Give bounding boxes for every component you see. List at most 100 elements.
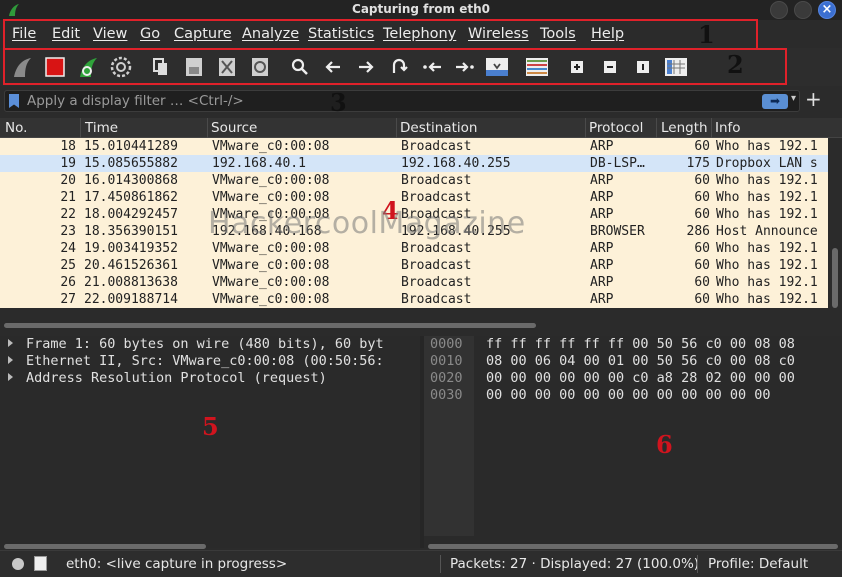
packet-cell-info: Who has 192.1 — [716, 190, 818, 205]
col-divider[interactable] — [80, 118, 81, 138]
display-filter-input[interactable] — [27, 92, 747, 110]
bytes-row[interactable]: 0030 00 00 00 00 00 00 00 00 00 00 00 00 — [424, 387, 842, 404]
filter-history-chevron-down-icon[interactable]: ▾ — [791, 93, 796, 104]
packet-cell-time: 17.450861862 — [84, 190, 178, 205]
bookmark-icon[interactable] — [9, 94, 19, 108]
packet-cell-no: 22 — [60, 207, 76, 222]
packet-cell-src: VMware_c0:00:08 — [212, 292, 330, 307]
packet-cell-info: Who has 192.1 — [716, 173, 818, 188]
packet-cell-no: 23 — [60, 224, 76, 239]
packet-cell-dst: Broadcast — [401, 241, 472, 256]
packet-cell-src: VMware_c0:00:08 — [212, 275, 330, 290]
minimize-button[interactable] — [770, 1, 788, 19]
annotation-label-1: 1 — [698, 20, 715, 49]
packet-list-vertical-scrollbar[interactable] — [829, 138, 841, 318]
packet-cell-proto: ARP — [590, 207, 614, 222]
col-divider[interactable] — [656, 118, 657, 138]
col-header-no[interactable]: No. — [5, 120, 27, 136]
close-icon: × — [821, 2, 833, 17]
capture-comment-icon[interactable] — [34, 556, 47, 571]
bytes-offset: 0010 — [430, 353, 463, 369]
packet-list-pane: No. Time Source Destination Protocol Len… — [0, 118, 842, 332]
packet-cell-len: 60 — [694, 207, 710, 222]
detail-row-frame[interactable]: Frame 1: 60 bytes on wire (480 bits), 60… — [0, 336, 420, 353]
annotation-label-5: 5 — [202, 412, 219, 441]
packet-cell-info: Who has 192.1 — [716, 292, 818, 307]
packet-row[interactable]: 19 15.085655882 192.168.40.1 192.168.40.255… — [0, 155, 828, 172]
capture-status: eth0: <live capture in progress> — [66, 556, 288, 572]
profile-status[interactable]: Profile: Default — [708, 556, 808, 572]
packet-cell-dst: Broadcast — [401, 139, 472, 154]
packet-cell-no: 26 — [60, 275, 76, 290]
packet-row[interactable]: 20 16.014300868 VMware_c0:00:08 Broadcast AR… — [0, 172, 828, 189]
add-filter-button-plus-icon[interactable]: + — [805, 88, 822, 110]
packet-list-header: No. Time Source Destination Protocol Len… — [0, 118, 842, 138]
packet-cell-src: VMware_c0:00:08 — [212, 241, 330, 256]
annotation-label-4: 4 — [382, 196, 399, 225]
bytes-row[interactable]: 0020 00 00 00 00 00 00 c0 a8 28 02 00 00… — [424, 370, 842, 387]
col-divider[interactable] — [585, 118, 586, 138]
bytes-hex: 00 00 00 00 00 00 00 00 00 00 00 00 — [486, 387, 771, 403]
packet-cell-info: Who has 192.1 — [716, 275, 818, 290]
packet-row[interactable]: 26 21.008813638 VMware_c0:00:08 Broadcast AR… — [0, 274, 828, 291]
bytes-horizontal-scrollbar[interactable] — [428, 544, 838, 549]
packet-cell-no: 20 — [60, 173, 76, 188]
packet-row[interactable]: 21 17.450861862 VMware_c0:00:08 Broadcast AR… — [0, 189, 828, 206]
bytes-hex: 00 00 00 00 00 00 c0 a8 28 02 00 00 00 — [486, 370, 795, 386]
packet-cell-src: VMware_c0:00:08 — [212, 190, 330, 205]
packet-cell-len: 60 — [694, 292, 710, 307]
detail-row-text: Ethernet II, Src: VMware_c0:00:08 (00:50… — [26, 353, 384, 369]
bytes-row[interactable]: 0000 ff ff ff ff ff ff 00 50 56 c0 00 08… — [424, 336, 842, 353]
col-header-length[interactable]: Length — [661, 120, 708, 136]
packet-row[interactable]: 24 19.003419352 VMware_c0:00:08 Broadcast AR… — [0, 240, 828, 257]
packet-row[interactable]: 22 18.004292457 VMware_c0:00:08 Broadcast AR… — [0, 206, 828, 223]
packet-cell-len: 175 — [686, 156, 710, 171]
expert-info-indicator-icon[interactable] — [12, 558, 24, 570]
packet-row[interactable]: 25 20.461526361 VMware_c0:00:08 Broadcast AR… — [0, 257, 828, 274]
packet-row[interactable]: 27 22.009188714 VMware_c0:00:08 Broadcast AR… — [0, 291, 828, 308]
packet-cell-src: 192.168.40.168 — [212, 224, 322, 239]
expand-arrow-icon[interactable] — [8, 373, 13, 381]
bytes-offset: 0020 — [430, 370, 463, 386]
display-filter-container: ➡ ▾ — [4, 90, 800, 112]
col-divider[interactable] — [711, 118, 712, 138]
col-divider[interactable] — [207, 118, 208, 138]
details-horizontal-scrollbar[interactable] — [4, 544, 206, 549]
packet-cell-info: Dropbox LAN s — [716, 156, 818, 171]
bytes-row[interactable]: 0010 08 00 06 04 00 01 00 50 56 c0 00 08… — [424, 353, 842, 370]
bytes-hex: 08 00 06 04 00 01 00 50 56 c0 00 08 c0 — [486, 353, 795, 369]
detail-row-arp[interactable]: Address Resolution Protocol (request) — [0, 370, 420, 387]
packet-row[interactable]: 23 18.356390151 192.168.40.168 192.168.40.2… — [0, 223, 828, 240]
packet-cell-no: 21 — [60, 190, 76, 205]
expand-arrow-icon[interactable] — [8, 356, 13, 364]
col-header-protocol[interactable]: Protocol — [589, 120, 643, 136]
packet-cell-len: 60 — [694, 139, 710, 154]
detail-row-ethernet[interactable]: Ethernet II, Src: VMware_c0:00:08 (00:50… — [0, 353, 420, 370]
close-button[interactable]: × — [818, 1, 836, 19]
scrollbar-thumb[interactable] — [832, 248, 838, 308]
packet-cell-dst: Broadcast — [401, 207, 472, 222]
detail-row-text: Frame 1: 60 bytes on wire (480 bits), 60… — [26, 336, 384, 352]
window-title: Capturing from eth0 — [352, 2, 490, 16]
packet-bytes-pane: 0000 ff ff ff ff ff ff 00 50 56 c0 00 08… — [424, 336, 842, 548]
packet-cell-time: 19.003419352 — [84, 241, 178, 256]
maximize-button[interactable] — [794, 1, 812, 19]
col-header-source[interactable]: Source — [211, 120, 257, 136]
expand-arrow-icon[interactable] — [8, 339, 13, 347]
status-divider — [697, 555, 698, 573]
packet-cell-no: 19 — [60, 156, 76, 171]
packet-cell-proto: ARP — [590, 275, 614, 290]
packet-list-horizontal-scrollbar[interactable] — [4, 323, 536, 328]
col-header-destination[interactable]: Destination — [400, 120, 477, 136]
packet-cell-proto: BROWSER — [590, 224, 645, 239]
packet-row[interactable]: 18 15.010441289 VMware_c0:00:08 Broadcast AR… — [0, 138, 828, 155]
apply-filter-arrow-icon[interactable]: ➡ — [762, 94, 788, 109]
col-divider[interactable] — [396, 118, 397, 138]
packet-cell-time: 15.085655882 — [84, 156, 178, 171]
col-header-info[interactable]: Info — [715, 120, 741, 136]
packet-cell-time: 21.008813638 — [84, 275, 178, 290]
col-header-time[interactable]: Time — [85, 120, 118, 136]
detail-row-text: Address Resolution Protocol (request) — [26, 370, 327, 386]
packet-cell-no: 18 — [60, 139, 76, 154]
packet-cell-len: 60 — [694, 275, 710, 290]
